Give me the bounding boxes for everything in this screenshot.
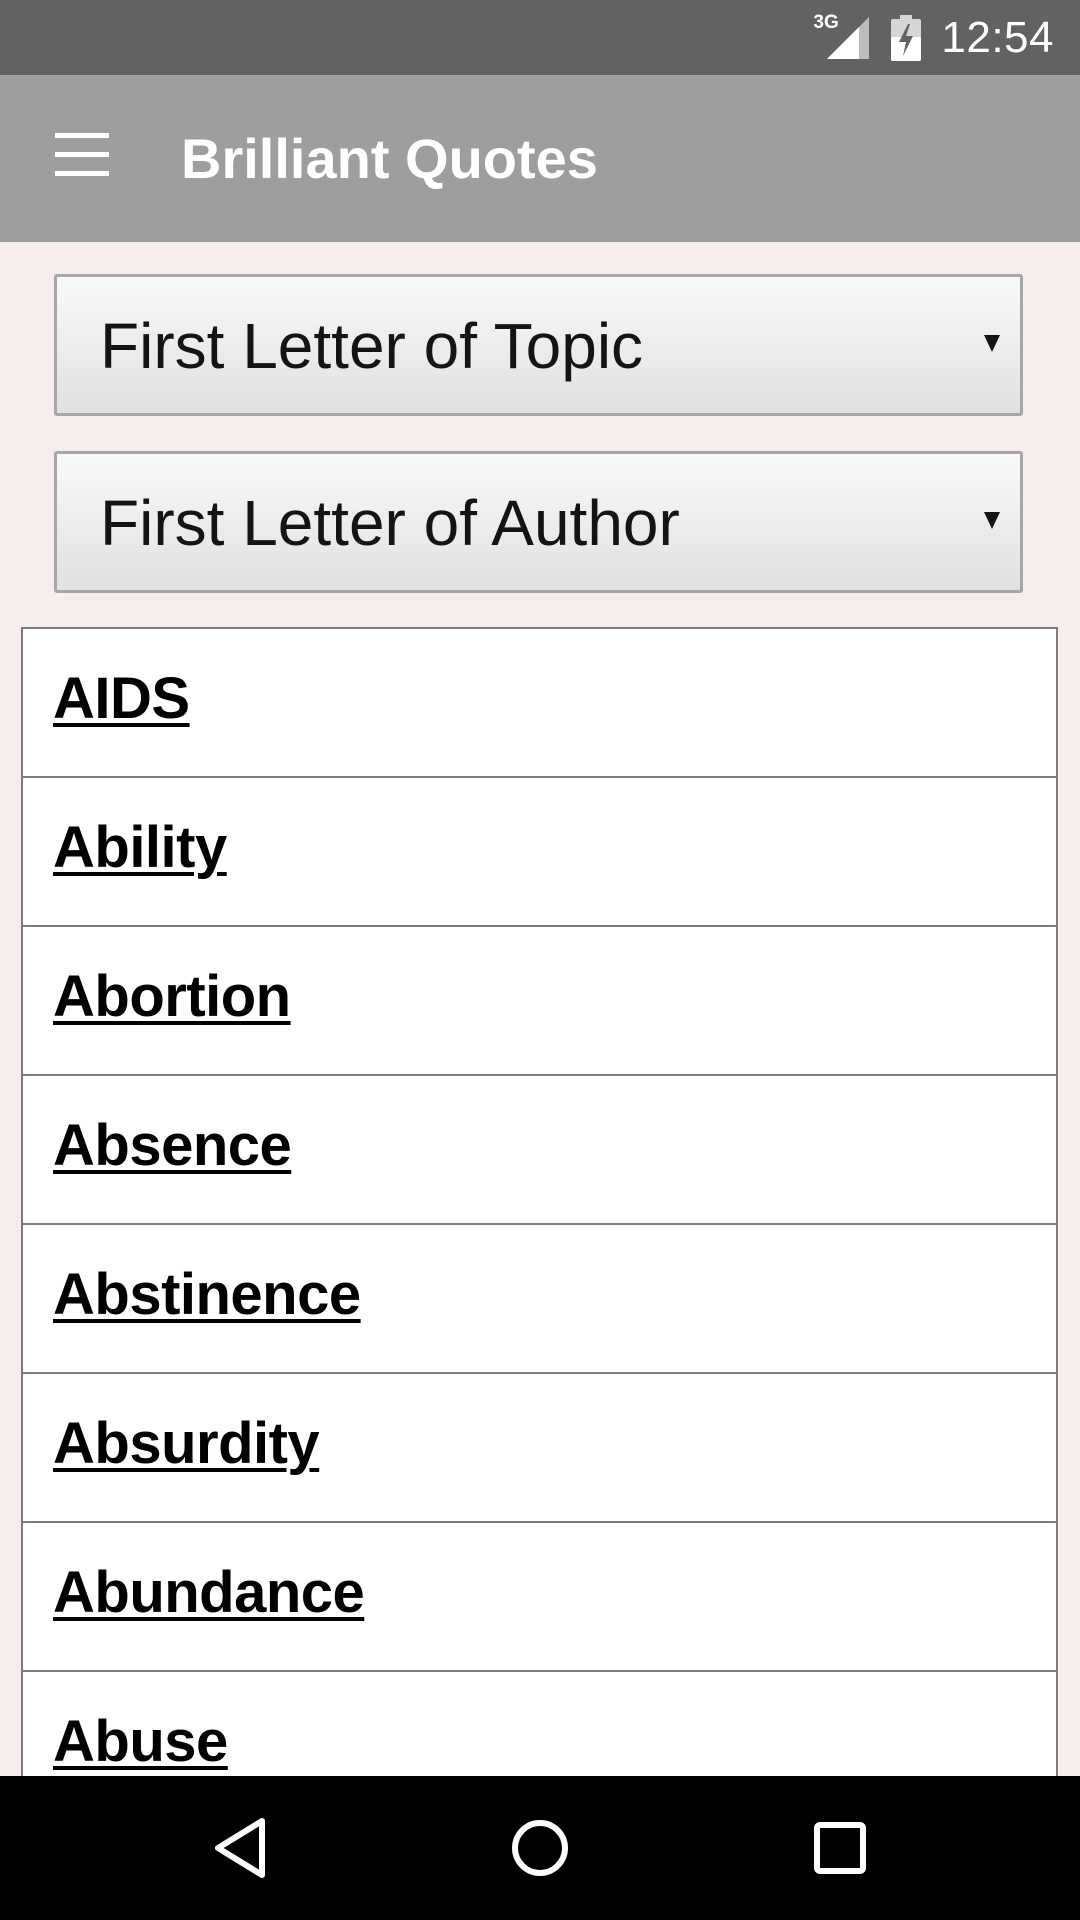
app-bar: Brilliant Quotes bbox=[0, 75, 1080, 242]
list-item[interactable]: Abuse bbox=[23, 1672, 1056, 1776]
back-button[interactable] bbox=[165, 1776, 315, 1920]
topic-link[interactable]: Abstinence bbox=[53, 1263, 361, 1327]
home-button[interactable] bbox=[465, 1776, 615, 1920]
list-item[interactable]: Ability bbox=[23, 778, 1056, 927]
topic-link[interactable]: Abortion bbox=[53, 965, 291, 1029]
topic-link[interactable]: Abundance bbox=[53, 1561, 365, 1625]
list-item[interactable]: Abortion bbox=[23, 927, 1056, 1076]
dropdown-arrow-icon bbox=[984, 512, 1000, 529]
topic-link[interactable]: Absence bbox=[53, 1114, 292, 1178]
back-icon bbox=[215, 1818, 265, 1878]
battery-charging-icon bbox=[891, 14, 922, 61]
recents-icon bbox=[814, 1822, 866, 1874]
clock: 12:54 bbox=[941, 12, 1054, 62]
topic-link[interactable]: Absurdity bbox=[53, 1412, 320, 1476]
list-item[interactable]: Abundance bbox=[23, 1523, 1056, 1672]
topic-letter-select-value: First Letter of Topic bbox=[100, 310, 644, 382]
status-bar: 3G 12:54 bbox=[0, 0, 1080, 75]
home-icon bbox=[512, 1820, 568, 1876]
app-title: Brilliant Quotes bbox=[181, 127, 598, 190]
hamburger-menu-icon[interactable] bbox=[52, 133, 112, 181]
list-item[interactable]: AIDS bbox=[23, 629, 1056, 778]
navigation-bar bbox=[0, 1776, 1080, 1920]
topic-letter-select[interactable]: First Letter of Topic bbox=[54, 274, 1023, 416]
list-item[interactable]: Absurdity bbox=[23, 1374, 1056, 1523]
status-icons: 3G 12:54 bbox=[813, 0, 1054, 75]
author-letter-select-value: First Letter of Author bbox=[100, 487, 680, 559]
signal-icon: 3G bbox=[813, 13, 870, 63]
dropdown-arrow-icon bbox=[984, 335, 1000, 352]
topic-list: AIDS Ability Abortion Absence Abstinence… bbox=[21, 627, 1058, 1776]
list-item[interactable]: Absence bbox=[23, 1076, 1056, 1225]
list-item[interactable]: Abstinence bbox=[23, 1225, 1056, 1374]
topic-link[interactable]: Ability bbox=[53, 816, 227, 880]
topic-link[interactable]: Abuse bbox=[53, 1710, 228, 1774]
topic-link[interactable]: AIDS bbox=[53, 667, 190, 731]
author-letter-select[interactable]: First Letter of Author bbox=[54, 451, 1023, 593]
recents-button[interactable] bbox=[765, 1776, 915, 1920]
